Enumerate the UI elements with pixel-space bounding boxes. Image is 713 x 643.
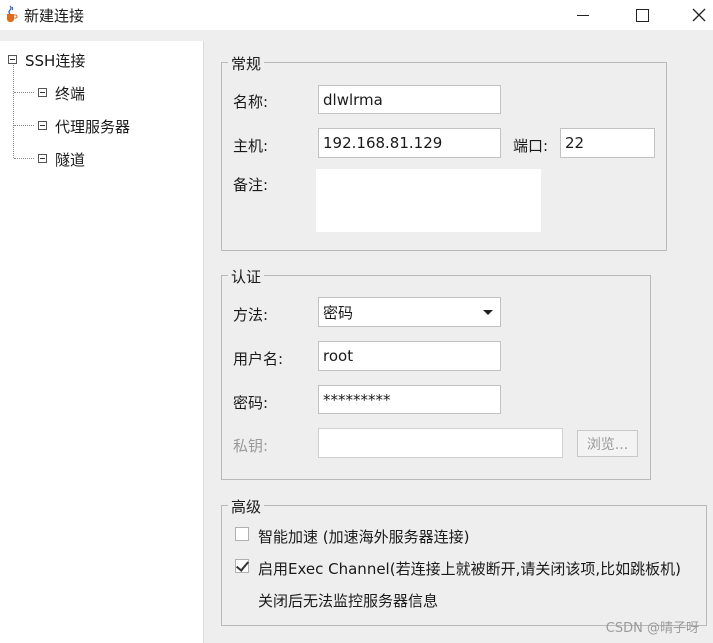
tree-guide-line: [13, 65, 14, 158]
exec-channel-checkbox[interactable]: [235, 558, 250, 573]
accel-label[interactable]: 智能加速 (加速海外服务器连接): [258, 526, 469, 547]
browse-button[interactable]: 浏览...: [577, 430, 638, 457]
settings-tree: SSH连接 终端 代理服务器 隧道: [0, 41, 204, 643]
close-button[interactable]: [676, 0, 713, 30]
dropdown-arrow-icon[interactable]: [483, 309, 493, 315]
password-input[interactable]: *********: [318, 385, 501, 414]
host-input[interactable]: 192.168.81.129: [318, 128, 501, 158]
method-label: 方法:: [233, 306, 269, 324]
username-label: 用户名:: [233, 350, 284, 368]
tree-item-ssh[interactable]: SSH连接: [25, 50, 85, 71]
tree-collapse-icon[interactable]: [8, 55, 17, 64]
tree-guide-line: [14, 92, 34, 93]
tree-leaf-icon: [38, 121, 47, 130]
title-bar: 新建连接: [0, 0, 713, 30]
method-selected-value: 密码: [323, 303, 354, 322]
private-key-input[interactable]: [318, 428, 563, 458]
host-label: 主机:: [233, 137, 269, 155]
close-icon: [692, 8, 706, 22]
tree-item-proxy[interactable]: 代理服务器: [55, 116, 130, 137]
method-select[interactable]: 密码: [318, 297, 501, 327]
note-label: 备注:: [233, 176, 269, 194]
name-input[interactable]: dlwlrma: [318, 85, 501, 114]
port-input[interactable]: 22: [560, 128, 655, 158]
minimize-icon: [577, 14, 589, 16]
auth-legend: 认证: [228, 266, 265, 287]
tree-leaf-icon: [38, 154, 47, 163]
port-label: 端口:: [513, 137, 549, 155]
advanced-legend: 高级: [228, 496, 265, 517]
password-label: 密码:: [233, 394, 269, 412]
accel-checkbox[interactable]: [235, 527, 249, 541]
tree-leaf-icon: [38, 88, 47, 97]
minimize-button[interactable]: [560, 0, 606, 30]
exec-channel-note: 关闭后无法监控服务器信息: [258, 592, 439, 610]
checkmark-icon: [235, 558, 250, 572]
general-legend: 常规: [228, 53, 265, 74]
maximize-icon: [635, 8, 649, 22]
note-textarea[interactable]: [316, 169, 541, 232]
tree-item-tunnel[interactable]: 隧道: [55, 149, 85, 170]
private-key-label: 私钥:: [233, 437, 269, 455]
java-cup-icon: [7, 5, 18, 22]
username-input[interactable]: root: [318, 341, 501, 371]
exec-channel-label[interactable]: 启用Exec Channel(若连接上就被断开,请关闭该项,比如跳板机): [258, 558, 681, 579]
watermark: CSDN @晴子呀: [605, 621, 699, 636]
tree-guide-line: [14, 125, 34, 126]
tree-guide-line: [14, 158, 34, 159]
maximize-button[interactable]: [619, 0, 665, 30]
window-title: 新建连接: [24, 7, 85, 25]
name-label: 名称:: [233, 93, 269, 111]
tree-item-terminal[interactable]: 终端: [55, 83, 85, 104]
